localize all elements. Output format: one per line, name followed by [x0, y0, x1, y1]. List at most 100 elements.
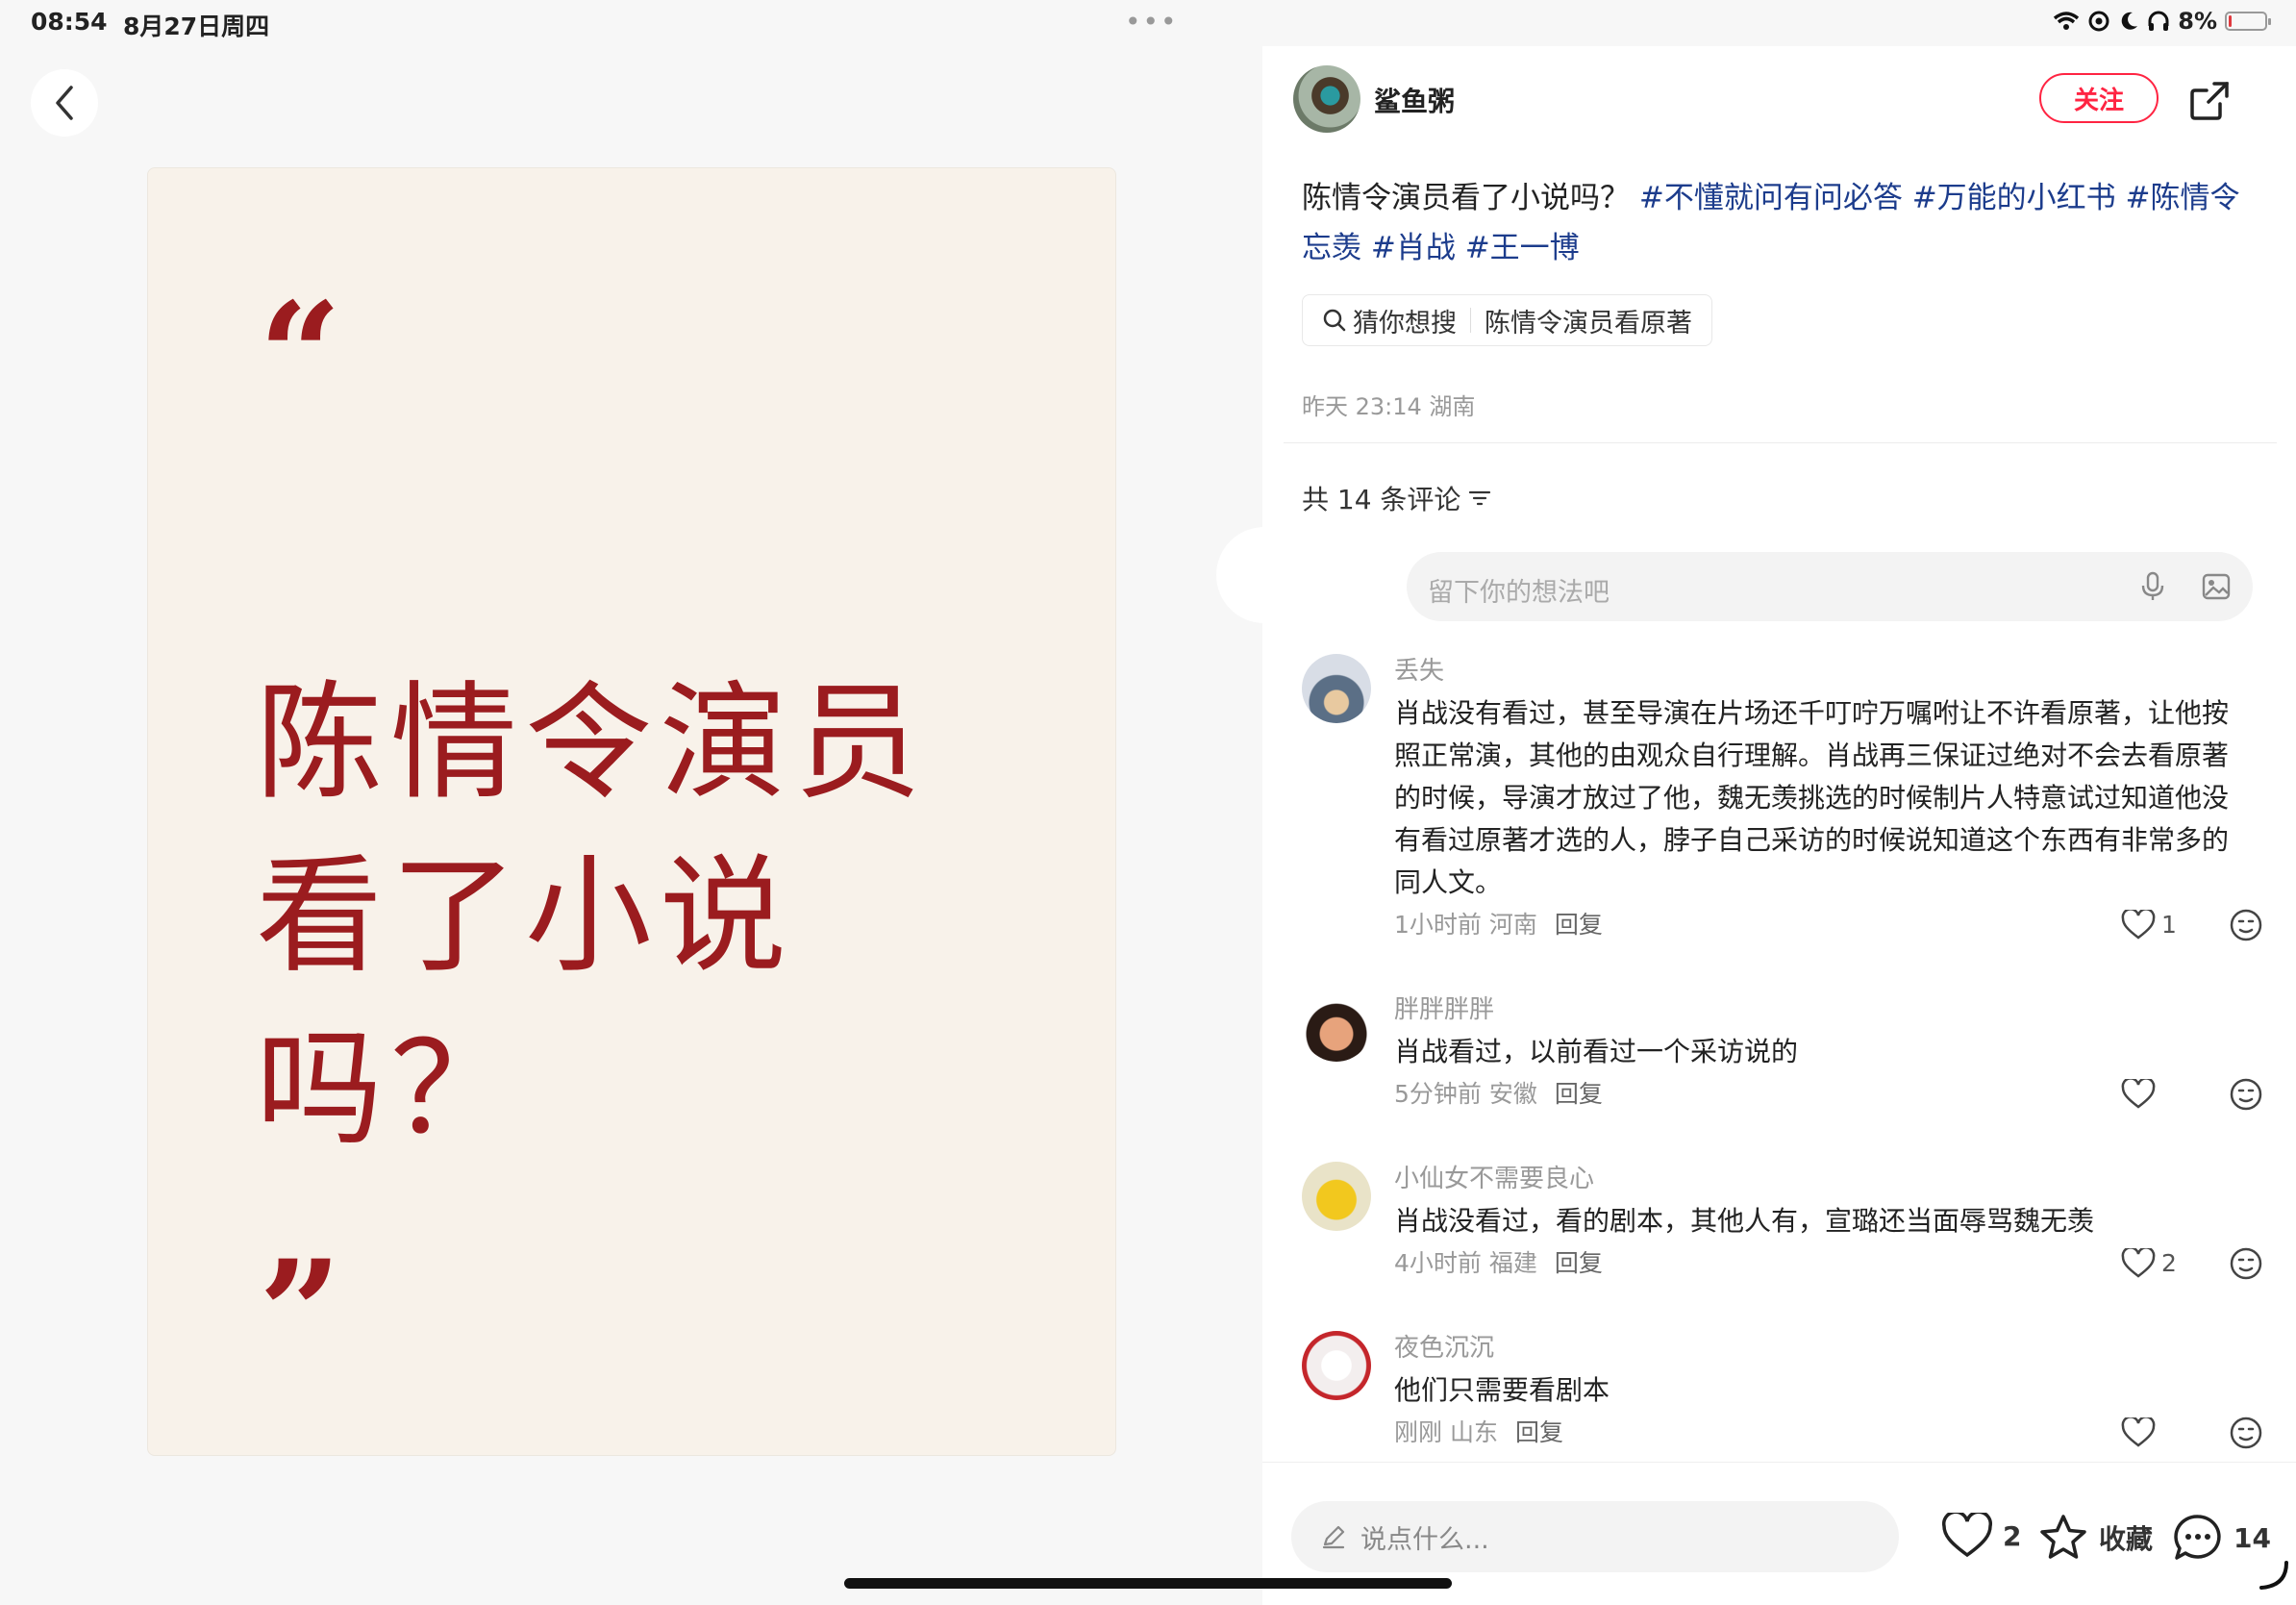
- post-meta: 昨天 23:14 湖南: [1302, 393, 1476, 420]
- home-indicator[interactable]: [844, 1578, 1452, 1589]
- heart-icon: [2121, 1079, 2156, 1109]
- heart-icon: [2121, 1417, 2156, 1447]
- reply-button[interactable]: 回复: [1555, 1080, 1603, 1108]
- card-title: 陈情令演员看了小说吗？: [256, 669, 929, 1164]
- reply-button[interactable]: 回复: [1515, 1418, 1563, 1446]
- say-placeholder: 说点什么...: [1360, 1524, 1489, 1555]
- edit-icon: [1322, 1525, 1345, 1549]
- heart-icon: [2121, 1248, 2156, 1278]
- wifi-icon: [2054, 12, 2080, 30]
- emoji-icon[interactable]: [2229, 1416, 2263, 1450]
- follow-button[interactable]: 关注: [2039, 73, 2159, 123]
- like-button[interactable]: [2121, 1417, 2179, 1448]
- battery-percent: 8%: [2178, 8, 2217, 35]
- commenter-name[interactable]: 小仙女不需要良心: [1394, 1162, 2263, 1196]
- comment-time: 4小时前 福建: [1394, 1249, 1537, 1277]
- post-tag[interactable]: #肖战: [1371, 231, 1456, 265]
- image-pane: “ 陈情令演员看了小说吗？ ”: [0, 46, 1262, 1604]
- emoji-icon[interactable]: [2229, 1246, 2263, 1281]
- emoji-icon[interactable]: [2229, 1077, 2263, 1112]
- image-icon[interactable]: [2201, 571, 2232, 602]
- post-text: 陈情令演员看了小说吗？: [1302, 181, 1630, 215]
- status-date: 8月27日周四: [123, 13, 270, 40]
- author-avatar[interactable]: [1293, 65, 1360, 133]
- post-image-card[interactable]: “ 陈情令演员看了小说吗？ ”: [147, 167, 1116, 1456]
- collect-label: 收藏: [2099, 1523, 2154, 1555]
- commenter-avatar[interactable]: [1302, 654, 1371, 723]
- comment-list: 丢失 肖战没有看过，甚至导演在片场还千叮咛万嘱咐让不许看原著，让他按照正常演，其…: [1302, 654, 2263, 1466]
- separator: [1470, 308, 1471, 333]
- mic-icon[interactable]: [2139, 571, 2166, 602]
- like-count: 1: [2161, 911, 2177, 939]
- comment-item[interactable]: 小仙女不需要良心 肖战没看过，看的剧本，其他人有，宣璐还当面辱骂魏无羡 4小时前…: [1302, 1162, 2263, 1331]
- comment-footer: 1小时前 河南 回复 1: [1394, 908, 2263, 942]
- search-icon: [1323, 309, 1346, 332]
- chat-icon: [2174, 1515, 2221, 1560]
- collect-button[interactable]: 收藏: [2037, 1513, 2153, 1563]
- comment-footer: 5分钟前 安徽 回复: [1394, 1077, 2263, 1112]
- comments-button[interactable]: 14: [2172, 1513, 2271, 1563]
- star-icon: [2040, 1515, 2086, 1559]
- comment-time: 5分钟前 安徽: [1394, 1080, 1537, 1108]
- like-button[interactable]: 1: [2121, 908, 2179, 942]
- commenter-avatar[interactable]: [1302, 992, 1371, 1062]
- search-suggestion-value: 陈情令演员看原著: [1485, 308, 1692, 339]
- comment-text[interactable]: 肖战看过，以前看过一个采访说的: [1394, 1031, 2240, 1073]
- like-button[interactable]: 2: [2121, 1246, 2179, 1281]
- share-icon[interactable]: [2187, 79, 2232, 123]
- multitask-dots[interactable]: •••: [1125, 6, 1179, 38]
- like-post-button[interactable]: 2: [1941, 1513, 2021, 1559]
- commenter-name[interactable]: 夜色沉沉: [1394, 1331, 2263, 1366]
- battery-icon: [2225, 12, 2271, 31]
- corner-handle-icon: [2259, 1561, 2288, 1590]
- battery-fill: [2229, 15, 2232, 27]
- author-row: 鲨鱼粥 关注: [1293, 65, 2296, 133]
- post-tag[interactable]: #王一博: [1465, 231, 1580, 265]
- commenter-name[interactable]: 胖胖胖胖: [1394, 992, 2263, 1027]
- comment-count-text: 共 14 条评论: [1302, 484, 1461, 515]
- comment-input[interactable]: 留下你的想法吧: [1407, 552, 2253, 621]
- comment-item[interactable]: 丢失 肖战没有看过，甚至导演在片场还千叮咛万嘱咐让不许看原著，让他按照正常演，其…: [1302, 654, 2263, 992]
- back-button[interactable]: [31, 69, 98, 137]
- comment-time: 刚刚 山东: [1394, 1418, 1498, 1446]
- say-something-input[interactable]: 说点什么...: [1291, 1501, 1899, 1572]
- comment-count[interactable]: 共 14 条评论: [1302, 479, 1491, 517]
- comment-actions: [2121, 1416, 2263, 1450]
- search-suggestion[interactable]: 猜你想搜 陈情令演员看原著: [1302, 294, 1712, 346]
- filter-icon: [1469, 490, 1491, 506]
- comment-input-placeholder: 留下你的想法吧: [1428, 578, 1610, 608]
- like-button[interactable]: [2121, 1079, 2179, 1110]
- moon-icon: [2121, 12, 2138, 30]
- comment-actions: [2121, 1077, 2263, 1112]
- comment-actions: 2: [2121, 1246, 2263, 1281]
- commenter-avatar[interactable]: [1302, 1162, 1371, 1231]
- reply-button[interactable]: 回复: [1555, 1249, 1603, 1277]
- quote-close-mark: ”: [259, 1229, 342, 1398]
- post-tag[interactable]: #不懂就问有问必答: [1639, 181, 1903, 215]
- comment-time: 1小时前 河南: [1394, 911, 1537, 939]
- like-count: 2: [2161, 1249, 2177, 1277]
- emoji-icon[interactable]: [2229, 908, 2263, 942]
- search-suggestion-label: 猜你想搜: [1353, 308, 1457, 339]
- comment-text[interactable]: 他们只需要看剧本: [1394, 1369, 2240, 1412]
- input-avatar-placeholder: [1216, 527, 1428, 623]
- status-time: 08:54: [31, 8, 108, 36]
- comment-actions: 1: [2121, 908, 2263, 942]
- comment-item[interactable]: 夜色沉沉 他们只需要看剧本 刚刚 山东 回复: [1302, 1331, 2263, 1466]
- commenter-avatar[interactable]: [1302, 1331, 1371, 1400]
- comment-item[interactable]: 胖胖胖胖 肖战看过，以前看过一个采访说的 5分钟前 安徽 回复: [1302, 992, 2263, 1162]
- reply-button[interactable]: 回复: [1555, 911, 1603, 939]
- heart-icon: [2121, 910, 2156, 940]
- post-like-count: 2: [2003, 1519, 2022, 1552]
- comment-footer: 4小时前 福建 回复 2: [1394, 1246, 2263, 1281]
- post-body: 陈情令演员看了小说吗？ #不懂就问有问必答 #万能的小红书 #陈情令忘羡 #肖战…: [1302, 173, 2263, 273]
- commenter-name[interactable]: 丢失: [1394, 654, 2263, 689]
- post-tag[interactable]: #万能的小红书: [1912, 181, 2116, 215]
- comment-text[interactable]: 肖战没看过，看的剧本，其他人有，宣璐还当面辱骂魏无羡: [1394, 1200, 2240, 1242]
- comment-text[interactable]: 肖战没有看过，甚至导演在片场还千叮咛万嘱咐让不许看原著，让他按照正常演，其他的由…: [1394, 692, 2240, 904]
- author-name[interactable]: 鲨鱼粥: [1374, 81, 1455, 119]
- status-bar: 08:54 8月27日周四 ••• 8%: [0, 0, 2296, 46]
- detail-pane: 鲨鱼粥 关注 陈情令演员看了小说吗？ #不懂就问有问必答 #万能的小红书 #陈情…: [1216, 46, 2296, 1605]
- comment-footer: 刚刚 山东 回复: [1394, 1416, 2263, 1450]
- quote-open-mark: “: [259, 271, 342, 440]
